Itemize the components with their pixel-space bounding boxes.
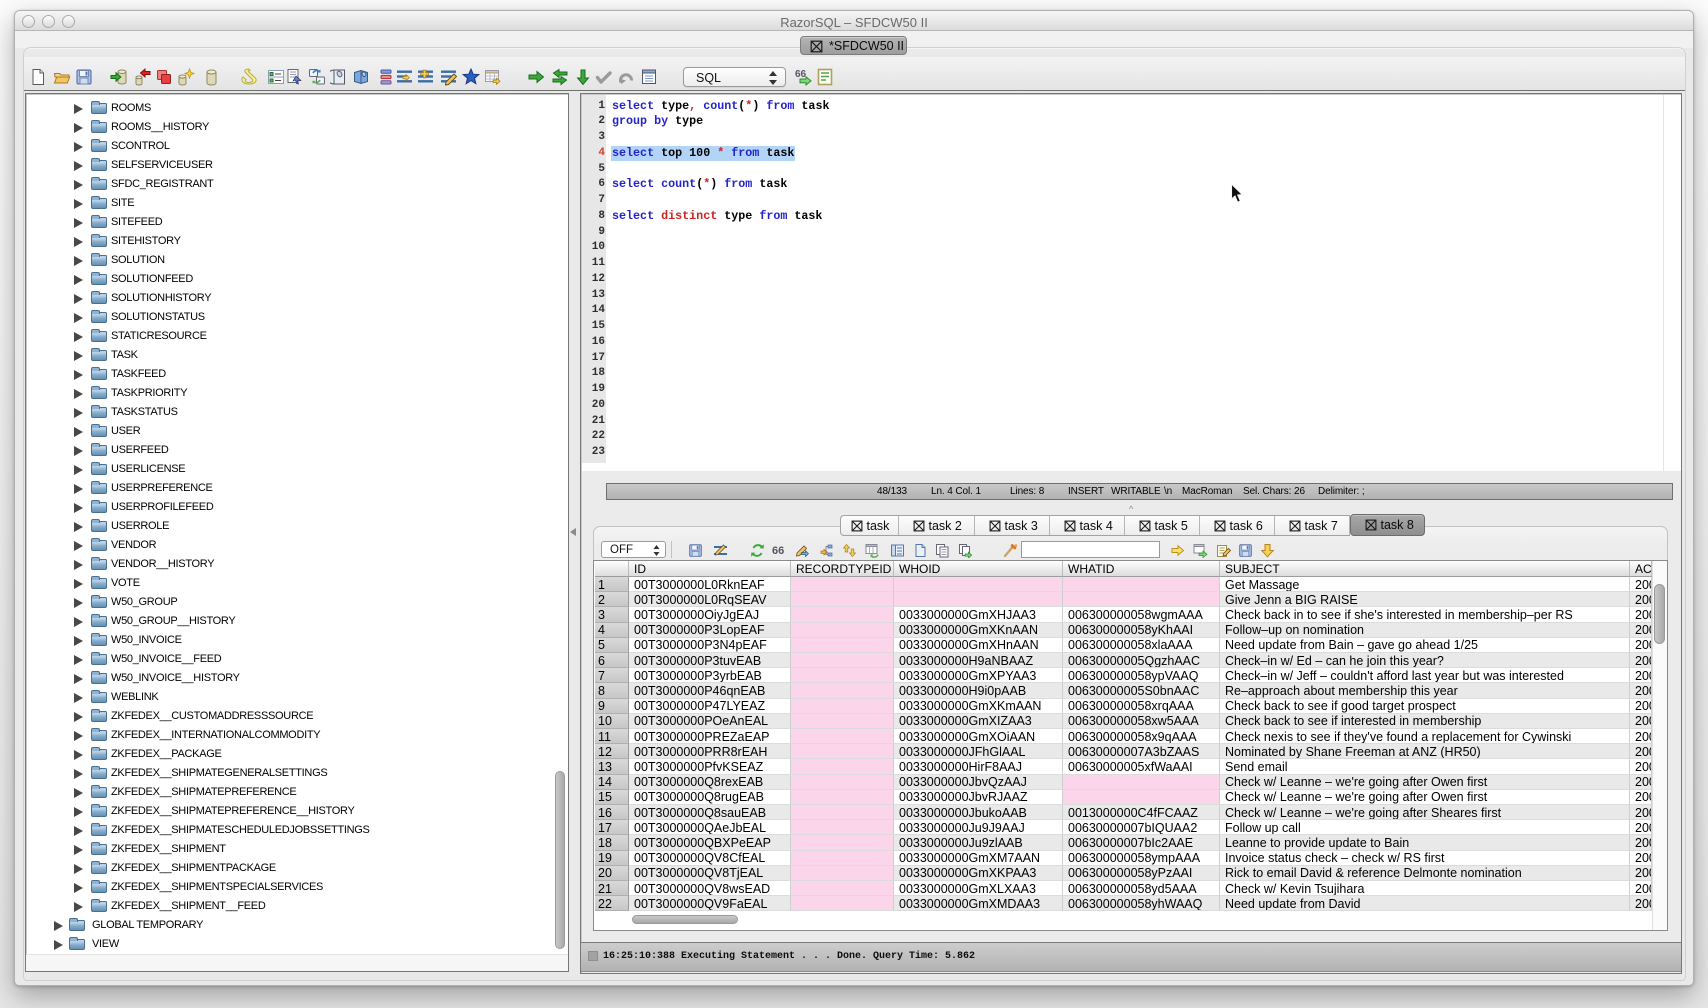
svg-text:66: 66 <box>772 545 784 557</box>
svg-text:66: 66 <box>795 69 807 80</box>
